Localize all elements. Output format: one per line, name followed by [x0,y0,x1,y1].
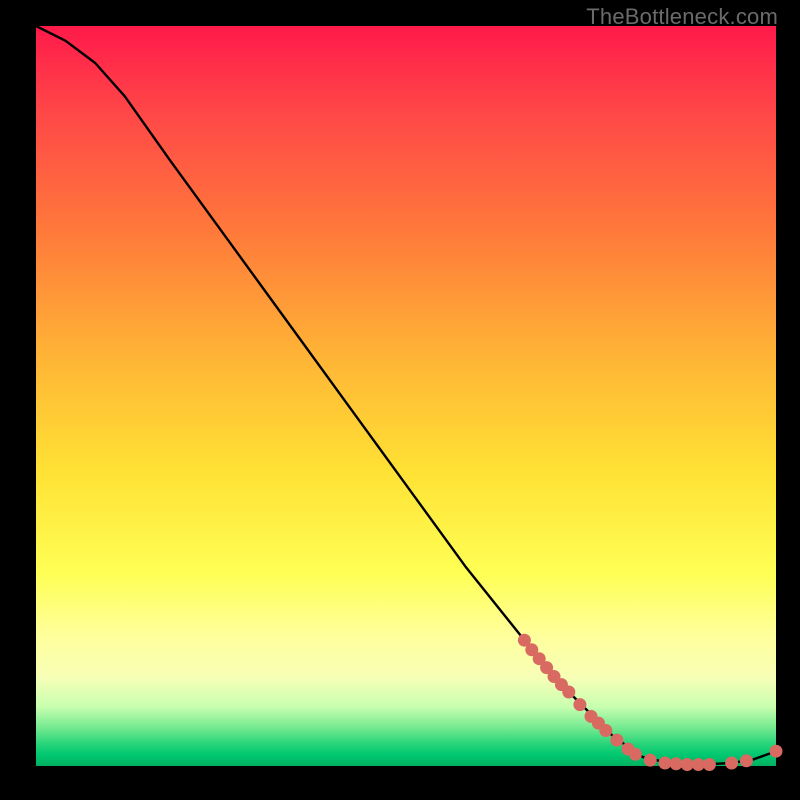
highlight-point [725,757,738,770]
highlight-point [740,754,753,767]
highlight-point [681,758,694,771]
highlight-points-group [518,634,783,771]
plot-area [36,26,776,766]
highlight-point [659,757,672,770]
highlight-point [692,758,705,771]
highlight-point [610,734,623,747]
highlight-point [644,754,657,767]
highlight-point [573,698,586,711]
highlight-point [670,757,683,770]
highlight-point [770,745,783,758]
highlight-point [562,686,575,699]
highlight-point [703,758,716,771]
chart-container: TheBottleneck.com [0,0,800,800]
chart-svg [36,26,776,766]
highlight-point [629,748,642,761]
highlight-point [599,724,612,737]
curve-line [36,26,776,765]
